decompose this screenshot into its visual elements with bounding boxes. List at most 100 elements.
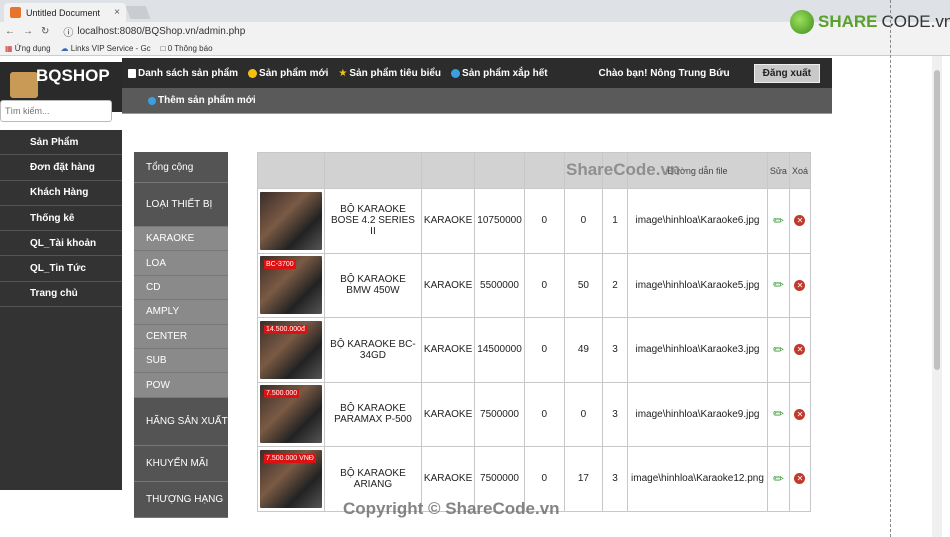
product-image-cell — [257, 188, 325, 254]
edit-cell: ✏ — [766, 317, 790, 383]
category-promo[interactable]: KHUYẾN MÃI — [134, 445, 228, 482]
product-c3: 1 — [602, 188, 629, 254]
category-loa[interactable]: LOA — [134, 251, 228, 276]
product-c1: 0 — [523, 317, 565, 383]
nav-featured-products[interactable]: ★ Sản phẩm tiêu biểu — [338, 68, 441, 79]
edit-cell: ✏ — [766, 188, 790, 254]
category-sub[interactable]: SUB — [134, 348, 228, 374]
delete-cell: ✕ — [788, 446, 812, 512]
product-c2: 0 — [563, 381, 604, 447]
category-device-type[interactable]: LOẠI THIẾT BỊ — [134, 183, 228, 227]
product-thumbnail — [260, 191, 322, 250]
column-header — [474, 152, 525, 189]
logout-button[interactable]: Đăng xuất — [753, 63, 820, 83]
product-name: BỘ KARAOKE BMW 450W — [324, 252, 422, 318]
tab-close-icon[interactable]: × — [114, 7, 120, 18]
edit-pencil-icon[interactable]: ✏ — [773, 277, 784, 292]
category-karaoke[interactable]: KARAOKE — [134, 227, 228, 252]
product-table: Đường dẫn file Sửa Xoá BỘ KARAOKE BOSE 4… — [257, 152, 812, 512]
category-pow[interactable]: POW — [134, 373, 228, 398]
product-price: 14500000 — [474, 317, 525, 383]
product-price: 7500000 — [474, 381, 525, 447]
bookmark-apps[interactable]: ▦ Ứng dụng — [5, 44, 51, 53]
book-icon — [128, 68, 136, 78]
tab-title: Untitled Document — [26, 7, 101, 18]
globe-icon — [451, 68, 461, 78]
edit-pencil-icon[interactable]: ✏ — [773, 342, 784, 357]
delete-x-icon[interactable]: ✕ — [794, 473, 806, 485]
category-menu: Tổng cộng LOẠI THIẾT BỊ KARAOKE LOA CD A… — [134, 152, 228, 518]
sidebar-item-home[interactable]: Trang chủ — [0, 282, 122, 308]
category-premium[interactable]: THƯỢNG HẠNG — [134, 481, 228, 518]
url-field[interactable]: ⓘ localhost:8080/BQShop.vn/admin.php — [63, 24, 245, 39]
url-text: localhost:8080/BQShop.vn/admin.php — [77, 26, 246, 37]
sidebar-item-statistics[interactable]: Thống kê — [0, 206, 122, 232]
nav-product-list[interactable]: Danh sách sản phẩm — [128, 68, 238, 79]
brand-name: BQSHOP — [36, 66, 110, 85]
product-c2: 50 — [563, 252, 604, 318]
product-thumbnail: 7.500.000 VNĐ — [260, 449, 322, 508]
product-file-path: image\hinhloa\Karaoke3.jpg — [627, 317, 768, 383]
page-icon: □ — [160, 43, 166, 53]
product-file-path: image\hinhloa\Karaoke5.jpg — [627, 252, 768, 318]
reload-icon[interactable]: ↻ — [41, 26, 49, 37]
nav-low-stock[interactable]: Sản phẩm xắp hết — [451, 68, 548, 79]
delete-cell: ✕ — [788, 252, 812, 318]
bookmark-notifications[interactable]: □ 0 Thông báo — [161, 44, 213, 53]
top-navigation: Danh sách sản phẩm Sản phẩm mới ★ Sản phẩ… — [122, 58, 832, 88]
column-header-edit: Sửa — [766, 152, 790, 189]
category-total[interactable]: Tổng cộng — [134, 152, 228, 183]
delete-x-icon[interactable]: ✕ — [794, 215, 806, 227]
edit-pencil-icon[interactable]: ✏ — [773, 406, 784, 421]
category-center[interactable]: CENTER — [134, 324, 228, 349]
sidebar-item-customers[interactable]: Khách Hàng — [0, 181, 122, 206]
forward-icon[interactable]: → — [23, 26, 33, 37]
table-row: BỘ KARAOKE BOSE 4.2 SERIES II KARAOKE 10… — [257, 188, 812, 254]
favicon-icon — [10, 7, 21, 18]
new-tab-button[interactable] — [125, 6, 151, 19]
product-c1: 0 — [523, 381, 565, 447]
add-product-link[interactable]: Thêm sản phẩm mới — [158, 95, 256, 106]
column-header — [420, 152, 476, 189]
bookmark-links[interactable]: ☁ Links VIP Service - Gc — [61, 44, 151, 53]
category-manufacturer[interactable]: HÃNG SẢN XUẤT — [134, 397, 228, 446]
sidebar-item-news[interactable]: QL_Tin Tức — [0, 256, 122, 282]
nav-new-products[interactable]: Sản phẩm mới — [248, 68, 328, 79]
search-input[interactable] — [0, 100, 112, 122]
sidebar: Sản Phẩm Đơn đặt hàng Khách Hàng Thống k… — [0, 130, 122, 490]
column-header — [523, 152, 565, 189]
category-cd[interactable]: CD — [134, 275, 228, 301]
category-amply[interactable]: AMPLY — [134, 300, 228, 325]
delete-cell: ✕ — [788, 317, 812, 383]
product-c3: 3 — [602, 381, 629, 447]
edit-pencil-icon[interactable]: ✏ — [773, 471, 784, 486]
scrollbar-thumb[interactable] — [934, 70, 940, 370]
product-c3: 3 — [602, 446, 629, 512]
globe-icon — [148, 96, 156, 105]
cloud-icon: ☁ — [60, 43, 69, 53]
sidebar-item-products[interactable]: Sản Phẩm — [0, 130, 122, 156]
apps-grid-icon: ▦ — [5, 43, 13, 53]
product-name: BỘ KARAOKE BOSE 4.2 SERIES II — [324, 188, 422, 254]
product-type: KARAOKE — [420, 317, 476, 383]
sidebar-item-orders[interactable]: Đơn đặt hàng — [0, 155, 122, 181]
product-file-path: image\hinhloa\Karaoke9.jpg — [627, 381, 768, 447]
dashed-divider — [890, 0, 891, 537]
delete-cell: ✕ — [788, 381, 812, 447]
thumbnail-badge: 14.500.000đ — [264, 324, 307, 334]
sidebar-item-accounts[interactable]: QL_Tài khoản — [0, 231, 122, 257]
product-price: 10750000 — [474, 188, 525, 254]
product-thumbnail: BC-3700 — [260, 256, 322, 315]
delete-x-icon[interactable]: ✕ — [794, 279, 806, 291]
product-thumbnail: 14.500.000đ — [260, 320, 322, 379]
delete-x-icon[interactable]: ✕ — [794, 344, 806, 356]
product-image-cell: 7.500.000 VNĐ — [257, 446, 325, 512]
product-c2: 17 — [563, 446, 604, 512]
delete-x-icon[interactable]: ✕ — [794, 408, 806, 420]
watermark: ShareCode.vn — [566, 160, 681, 179]
edit-pencil-icon[interactable]: ✏ — [773, 213, 784, 228]
product-file-path: image\hinhloa\Karaoke12.png — [627, 446, 768, 512]
product-image-cell: 14.500.000đ — [257, 317, 325, 383]
back-icon[interactable]: ← — [5, 26, 15, 37]
browser-tab[interactable]: Untitled Document × — [4, 3, 126, 22]
